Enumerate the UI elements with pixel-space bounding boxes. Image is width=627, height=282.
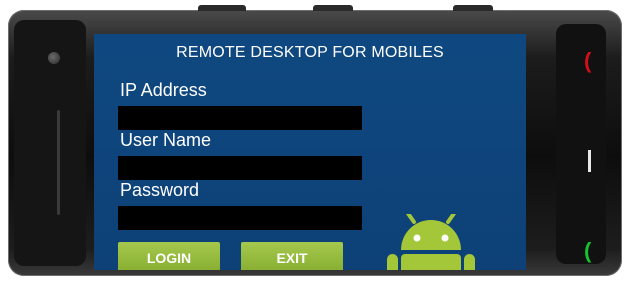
password-input[interactable]: [118, 206, 362, 230]
end-call-icon[interactable]: (: [584, 48, 591, 74]
speaker-icon: [57, 110, 60, 215]
ip-address-label: IP Address: [120, 80, 207, 100]
username-input[interactable]: [118, 156, 362, 180]
ip-address-input[interactable]: [118, 106, 362, 130]
top-button: [198, 5, 246, 11]
app-screen: REMOTE DESKTOP FOR MOBILES IP Address Us…: [94, 34, 526, 270]
menu-key-icon[interactable]: [588, 150, 591, 172]
username-label: User Name: [120, 130, 212, 150]
phone-right-panel: [556, 24, 606, 264]
app-title: REMOTE DESKTOP FOR MOBILES: [176, 44, 444, 61]
android-robot-icon: [387, 214, 475, 270]
exit-button[interactable]: EXIT: [241, 242, 343, 270]
top-button: [453, 5, 493, 11]
login-button[interactable]: LOGIN: [118, 242, 220, 270]
top-button: [313, 5, 353, 11]
call-icon[interactable]: (: [584, 238, 591, 264]
phone-left-panel: [14, 20, 86, 266]
password-label: Password: [120, 180, 200, 200]
camera-icon: [48, 52, 60, 64]
